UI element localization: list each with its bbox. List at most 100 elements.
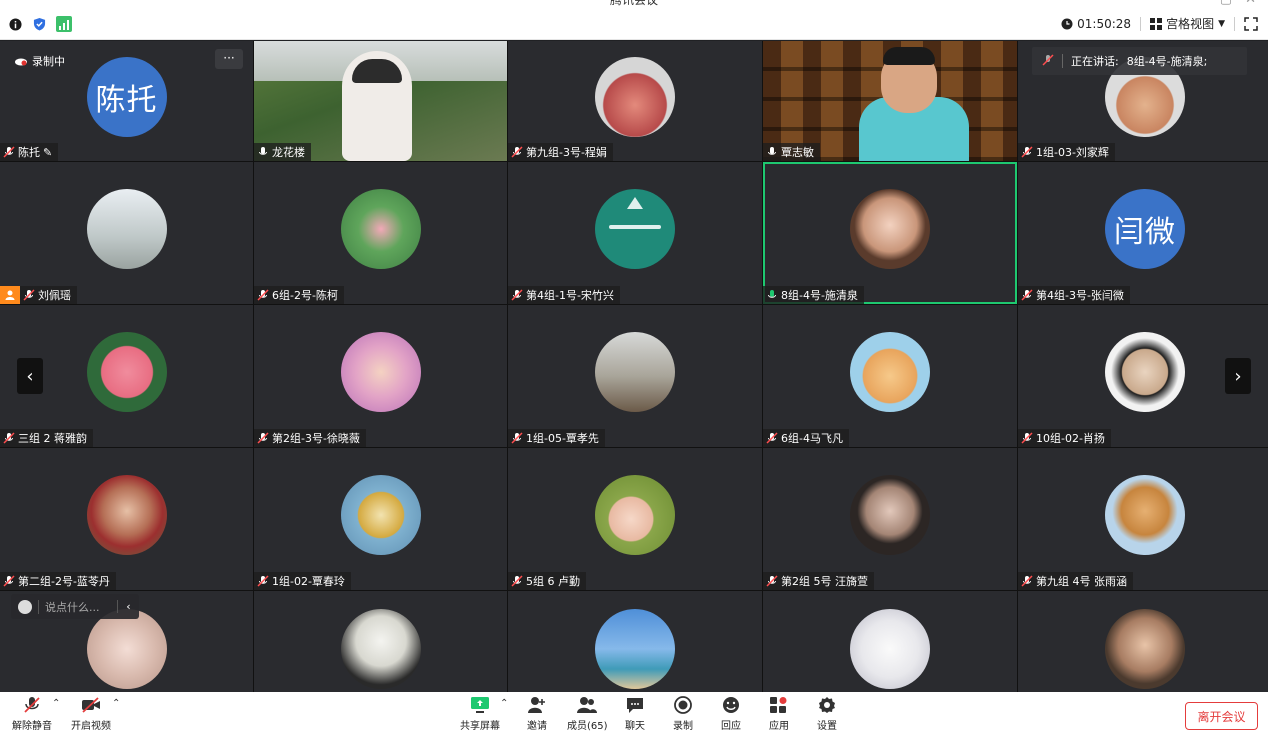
- speaking-name: 8组-4号-施清泉;: [1126, 55, 1208, 68]
- participant-tile[interactable]: 第二组-2号-蓝苓丹: [0, 448, 253, 590]
- signal-icon[interactable]: [56, 16, 72, 32]
- avatar: [850, 475, 930, 555]
- name-tag: 刘佩瑶: [20, 286, 77, 304]
- participant-name: 第2组-3号-徐晓薇: [272, 432, 360, 445]
- emoji-icon[interactable]: [18, 599, 32, 614]
- window-title: 腾讯会议: [609, 0, 658, 7]
- next-page-button[interactable]: ›: [1225, 358, 1251, 394]
- participant-tile[interactable]: [254, 591, 507, 696]
- name-tag: 6组-4马飞凡: [763, 429, 849, 447]
- video-grid: 录制中 陈托 ··· 陈托 ✎ 龙花楼 第九组-3号-程娟 覃志敏 1组-03-…: [0, 41, 1268, 696]
- chat-quick-input[interactable]: 说点什么... ‹: [11, 594, 139, 619]
- participant-tile[interactable]: 第九组 4号 张雨涵: [1018, 448, 1268, 590]
- record-button[interactable]: 录制: [673, 696, 693, 732]
- participant-tile[interactable]: 1组-02-覃春玲: [254, 448, 507, 590]
- participant-name: 10组-02-肖扬: [1036, 432, 1105, 445]
- edit-icon[interactable]: ✎: [43, 146, 52, 159]
- participant-tile[interactable]: 1组-05-覃孝先: [508, 305, 762, 447]
- prev-page-button[interactable]: ‹: [17, 358, 43, 394]
- participant-tile[interactable]: 闫微 第4组-3号-张闫微: [1018, 162, 1268, 304]
- grid-view-icon: [1150, 17, 1163, 30]
- participant-tile[interactable]: 第2组-3号-徐晓薇: [254, 305, 507, 447]
- chevron-left-icon: ‹: [26, 365, 34, 387]
- fullscreen-icon[interactable]: [1244, 16, 1258, 31]
- avatar: [850, 609, 930, 689]
- close-icon[interactable]: ✕: [1245, 0, 1256, 7]
- mic-muted-icon: [1021, 575, 1033, 587]
- participant-tile[interactable]: 第九组-3号-程娟: [508, 41, 762, 161]
- participant-tile[interactable]: 刘佩瑶: [0, 162, 253, 304]
- mic-icon: [766, 146, 778, 158]
- participant-tile[interactable]: 5组 6 卢勤: [508, 448, 762, 590]
- start-video-button[interactable]: 开启视频: [71, 696, 111, 732]
- avatar: [1105, 609, 1185, 689]
- mic-active-icon: [766, 289, 778, 301]
- mic-muted-icon: [511, 432, 523, 444]
- avatar: [595, 609, 675, 689]
- apps-icon: [770, 697, 787, 713]
- members-button[interactable]: 成员(65): [567, 696, 608, 732]
- avatar: [340, 609, 421, 689]
- leave-meeting-button[interactable]: 离开会议: [1185, 702, 1258, 730]
- participant-tile[interactable]: 龙花楼: [254, 41, 507, 161]
- participant-tile[interactable]: 6组-4马飞凡: [763, 305, 1017, 447]
- chevron-down-icon: ▼: [1218, 18, 1225, 29]
- invite-button[interactable]: 邀请: [527, 696, 547, 732]
- name-tag: 1组-03-刘家辉: [1018, 143, 1115, 161]
- participant-name: 第4组-3号-张闫微: [1036, 289, 1124, 302]
- mic-muted-icon: [257, 432, 269, 444]
- mic-muted-icon: [1021, 432, 1033, 444]
- participant-name: 陈托: [18, 146, 40, 159]
- restore-icon[interactable]: ▢: [1220, 0, 1232, 7]
- mic-muted-icon: [511, 289, 523, 301]
- participant-tile[interactable]: [1018, 591, 1268, 696]
- mic-muted-icon: [257, 289, 269, 301]
- settings-button[interactable]: 设置: [817, 696, 837, 732]
- name-tag: 陈托 ✎: [0, 143, 59, 161]
- participant-name: 三组 2 蒋雅韵: [18, 432, 87, 445]
- participant-tile[interactable]: 第4组-1号-宋竹兴: [508, 162, 762, 304]
- participant-name: 6组-2号-陈柯: [272, 289, 338, 302]
- participant-tile-active-speaker[interactable]: 8组-4号-施清泉: [763, 162, 1017, 304]
- mic-icon: [257, 146, 269, 158]
- video-options-caret[interactable]: ⌃: [112, 698, 120, 709]
- participant-tile[interactable]: [508, 591, 762, 696]
- timer-text: 01:50:28: [1077, 16, 1132, 31]
- share-options-caret[interactable]: ⌃: [500, 698, 508, 709]
- shield-icon[interactable]: [32, 17, 46, 31]
- mic-muted-icon: [511, 146, 523, 158]
- avatar: [850, 189, 930, 269]
- avatar: [595, 57, 675, 137]
- avatar: [595, 189, 675, 269]
- meeting-window: 腾讯会议 ▢ ✕ 01:50:28 宫格视图 ▼: [0, 0, 1268, 737]
- participant-tile[interactable]: 第2组 5号 汪旖萱: [763, 448, 1017, 590]
- participant-tile[interactable]: 覃志敏: [763, 41, 1017, 161]
- name-tag: 5组 6 卢勤: [508, 572, 586, 590]
- collapse-chat-button[interactable]: ‹: [117, 600, 139, 613]
- audio-options-caret[interactable]: ⌃: [52, 698, 60, 709]
- react-button[interactable]: 回应: [721, 696, 741, 732]
- mic-muted-icon: [766, 432, 778, 444]
- participant-name: 覃志敏: [781, 146, 814, 159]
- name-tag: 第2组-3号-徐晓薇: [254, 429, 366, 447]
- unmute-button[interactable]: 解除静音: [12, 696, 52, 732]
- cloud-record-icon: [15, 58, 27, 66]
- name-tag: 第4组-3号-张闫微: [1018, 286, 1130, 304]
- participant-name: 1组-05-覃孝先: [526, 432, 599, 445]
- more-options-button[interactable]: ···: [215, 49, 243, 69]
- info-icon[interactable]: [8, 17, 22, 31]
- chat-button[interactable]: 聊天: [625, 696, 645, 732]
- view-mode-dropdown[interactable]: 宫格视图 ▼: [1150, 15, 1225, 32]
- participant-tile[interactable]: 6组-2号-陈柯: [254, 162, 507, 304]
- participant-name: 8组-4号-施清泉: [781, 289, 858, 302]
- share-screen-button[interactable]: 共享屏幕: [460, 696, 500, 732]
- bottom-toolbar: 解除静音 ⌃ 开启视频 ⌃ 共享屏幕 ⌃ 邀请 成员(65) 聊天 录制 回应 …: [0, 692, 1268, 737]
- name-tag: 10组-02-肖扬: [1018, 429, 1111, 447]
- participant-tile[interactable]: 录制中 陈托 ··· 陈托 ✎: [0, 41, 253, 161]
- apps-button[interactable]: 应用: [769, 696, 789, 732]
- chat-icon: [627, 698, 643, 713]
- participant-name: 第二组-2号-蓝苓丹: [18, 575, 110, 588]
- invite-icon: [528, 697, 545, 713]
- participant-tile[interactable]: [763, 591, 1017, 696]
- participant-name: 1组-03-刘家辉: [1036, 146, 1109, 159]
